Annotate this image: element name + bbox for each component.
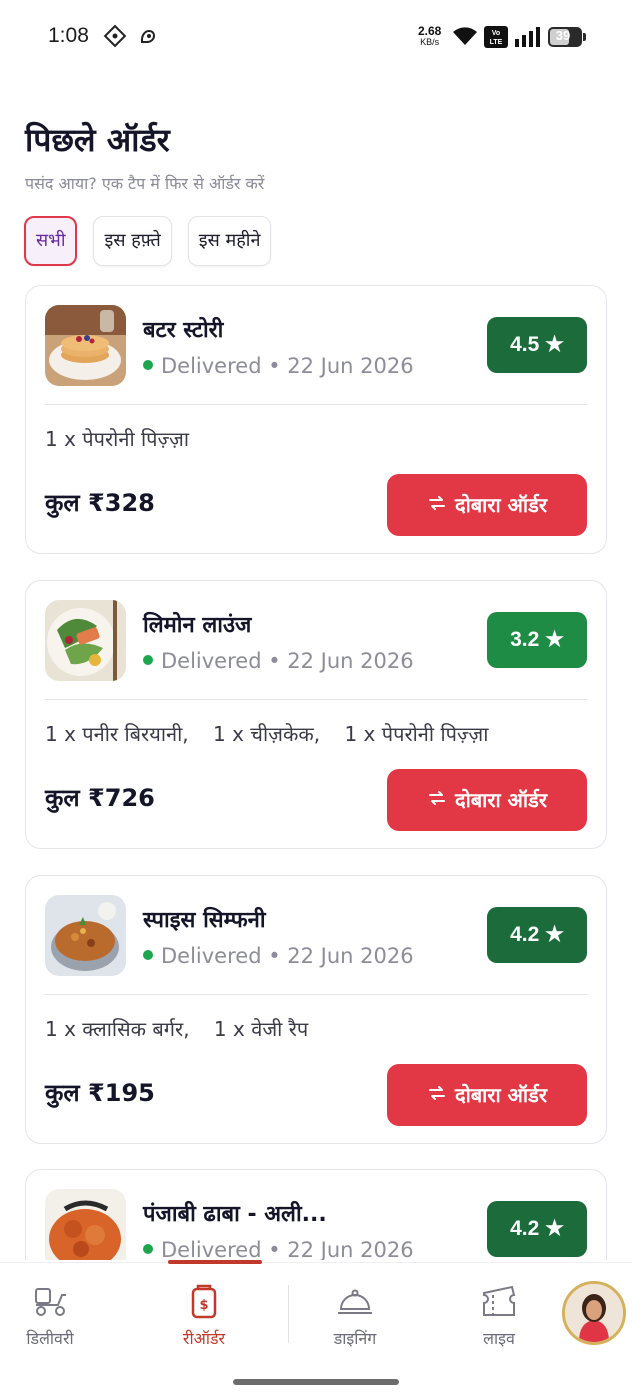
rating-badge: 4.5 ★ <box>487 317 587 373</box>
volte-icon: Vo LTE <box>484 26 508 52</box>
svg-text:LTE: LTE <box>490 39 503 46</box>
reorder-button[interactable]: दोबारा ऑर्डर <box>387 474 587 536</box>
filter-chips: सभी इस हफ़्ते इस महीने <box>24 216 272 266</box>
reorder-button[interactable]: दोबारा ऑर्डर <box>387 769 587 831</box>
divider <box>45 404 587 405</box>
page-title: पिछले ऑर्डर <box>25 121 170 159</box>
order-card[interactable]: लिमोन लाउंज Delivered • 22 Jun 2026 3.2 … <box>25 580 607 849</box>
rating-badge: 3.2 ★ <box>487 612 587 668</box>
status-time: 1:08 <box>48 24 89 47</box>
order-items: 1 x पेपरोनी पिज़्ज़ा <box>45 425 207 452</box>
order-items: 1 x क्लासिक बर्गर, 1 x वेजी रैप <box>45 1015 326 1042</box>
order-date: 22 Jun 2026 <box>287 1238 414 1260</box>
order-total: कुल ₹726 <box>45 784 155 812</box>
svg-text:Vo: Vo <box>492 30 500 37</box>
order-total: कुल ₹328 <box>45 489 155 517</box>
profile-avatar[interactable] <box>562 1281 626 1345</box>
reorder-icon <box>427 474 447 536</box>
restaurant-name: पंजाबी ढाबा - अली... <box>143 1202 327 1227</box>
swiggy-notification-icon <box>136 24 160 52</box>
order-status: Delivered • 22 Jun 2026 <box>143 1238 414 1260</box>
order-item: 1 x पेपरोनी पिज़्ज़ा <box>45 427 189 451</box>
nav-dining[interactable]: डाइनिंग <box>300 1281 410 1349</box>
reorder-bag-icon: $ <box>149 1281 259 1321</box>
order-item: 1 x पनीर बिरयानी, <box>45 722 189 746</box>
nav-label: रीऑर्डर <box>182 1329 226 1348</box>
restaurant-thumbnail <box>45 600 126 681</box>
restaurant-thumbnail <box>45 1189 126 1260</box>
page-subtitle: पसंद आया? एक टैप में फिर से ऑर्डर करें <box>25 174 265 193</box>
nav-separator <box>288 1285 289 1343</box>
nav-label: डिलीवरी <box>26 1329 74 1348</box>
reorder-button[interactable]: दोबारा ऑर्डर <box>387 1064 587 1126</box>
battery-icon: 39 <box>548 27 586 47</box>
order-card[interactable]: स्पाइस सिम्फनी Delivered • 22 Jun 2026 4… <box>25 875 607 1144</box>
active-tab-indicator <box>168 1260 262 1264</box>
reorder-icon <box>427 1064 447 1126</box>
delivered-dot-icon <box>143 950 153 960</box>
bottom-navigation: डिलीवरी $ रीऑर्डर डाइनिंग लाइव <box>0 1260 632 1400</box>
wifi-icon <box>452 26 478 50</box>
divider <box>45 994 587 995</box>
nav-delivery[interactable]: डिलीवरी <box>0 1281 105 1349</box>
delivered-dot-icon <box>143 1244 153 1254</box>
filter-chip-all[interactable]: सभी <box>24 216 78 266</box>
order-date: 22 Jun 2026 <box>287 354 414 378</box>
reorder-icon <box>427 769 447 831</box>
order-total: कुल ₹195 <box>45 1079 155 1107</box>
ticket-icon <box>444 1281 554 1321</box>
home-indicator[interactable] <box>233 1379 399 1385</box>
delivered-dot-icon <box>143 655 153 665</box>
cloche-icon <box>300 1281 410 1321</box>
filter-chip-this-month[interactable]: इस महीने <box>187 216 272 266</box>
order-status: Delivered • 22 Jun 2026 <box>143 944 414 968</box>
restaurant-name: लिमोन लाउंज <box>143 613 252 638</box>
order-status: Delivered • 22 Jun 2026 <box>143 354 414 378</box>
nav-live[interactable]: लाइव <box>444 1281 554 1349</box>
order-status: Delivered • 22 Jun 2026 <box>143 649 414 673</box>
status-bar: 1:08 2.68 KB/s Vo LTE 39 <box>0 0 632 74</box>
network-speed: 2.68 KB/s <box>418 24 442 47</box>
nav-label: लाइव <box>483 1329 515 1348</box>
svg-text:$: $ <box>199 1298 208 1313</box>
restaurant-name: स्पाइस सिम्फनी <box>143 908 266 933</box>
nav-reorder[interactable]: $ रीऑर्डर <box>149 1281 259 1349</box>
order-item: 1 x पेपरोनी पिज़्ज़ा <box>344 722 489 746</box>
order-date: 22 Jun 2026 <box>287 944 414 968</box>
restaurant-thumbnail <box>45 895 126 976</box>
order-list[interactable]: बटर स्टोरी Delivered • 22 Jun 2026 4.5 ★… <box>25 285 607 1260</box>
divider <box>45 699 587 700</box>
restaurant-name: बटर स्टोरी <box>143 318 224 343</box>
restaurant-thumbnail <box>45 305 126 386</box>
order-items: 1 x पनीर बिरयानी, 1 x चीज़केक, 1 x पेपरो… <box>45 720 506 747</box>
app-notification-icon <box>103 24 127 52</box>
delivered-dot-icon <box>143 360 153 370</box>
order-item: 1 x चीज़केक, <box>213 722 321 746</box>
order-item: 1 x क्लासिक बर्गर, <box>45 1017 190 1041</box>
signal-icon <box>515 27 541 51</box>
order-item: 1 x वेजी रैप <box>213 1017 309 1041</box>
rating-badge: 4.2 ★ <box>487 907 587 963</box>
order-date: 22 Jun 2026 <box>287 649 414 673</box>
rating-badge: 4.2 ★ <box>487 1201 587 1257</box>
nav-label: डाइनिंग <box>333 1329 377 1348</box>
filter-chip-this-week[interactable]: इस हफ़्ते <box>93 216 172 266</box>
scooter-icon <box>0 1281 105 1321</box>
order-card[interactable]: बटर स्टोरी Delivered • 22 Jun 2026 4.5 ★… <box>25 285 607 554</box>
order-card[interactable]: पंजाबी ढाबा - अली... Delivered • 22 Jun … <box>25 1169 607 1260</box>
